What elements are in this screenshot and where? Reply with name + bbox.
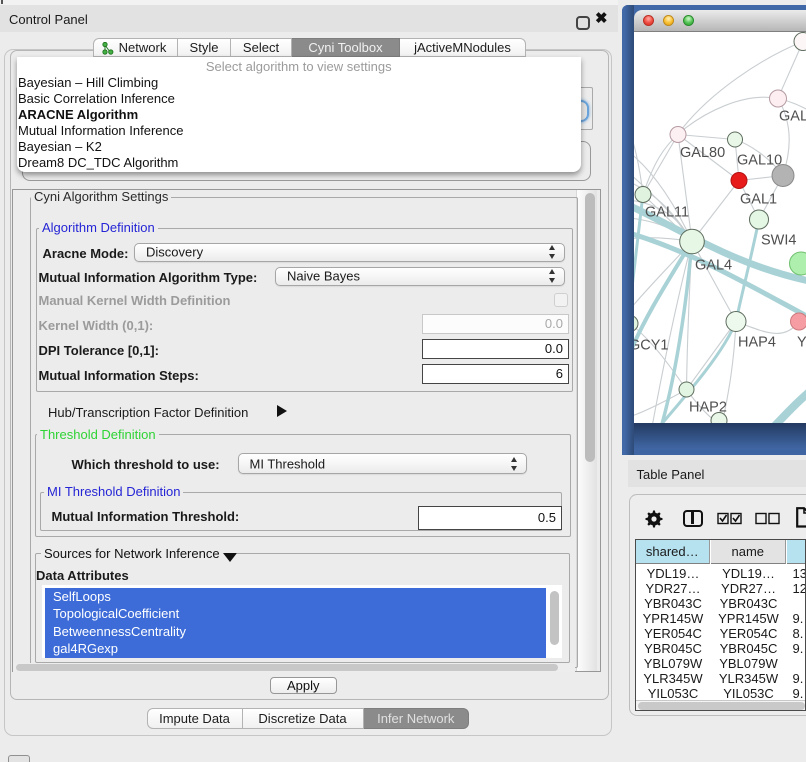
svg-text:YJ: YJ	[797, 334, 806, 350]
svg-text:GAL10: GAL10	[737, 152, 782, 168]
svg-text:GAL2: GAL2	[779, 108, 806, 124]
svg-text:GAL11: GAL11	[645, 204, 689, 220]
svg-text:HAP2: HAP2	[689, 399, 727, 415]
svg-text:SWI4: SWI4	[761, 232, 796, 248]
svg-text:HAP4: HAP4	[738, 334, 776, 350]
svg-text:GAL4: GAL4	[695, 257, 732, 273]
svg-text:GAL80: GAL80	[680, 145, 725, 161]
svg-text:GCY1: GCY1	[634, 337, 669, 353]
svg-text:GAL1: GAL1	[740, 191, 777, 207]
